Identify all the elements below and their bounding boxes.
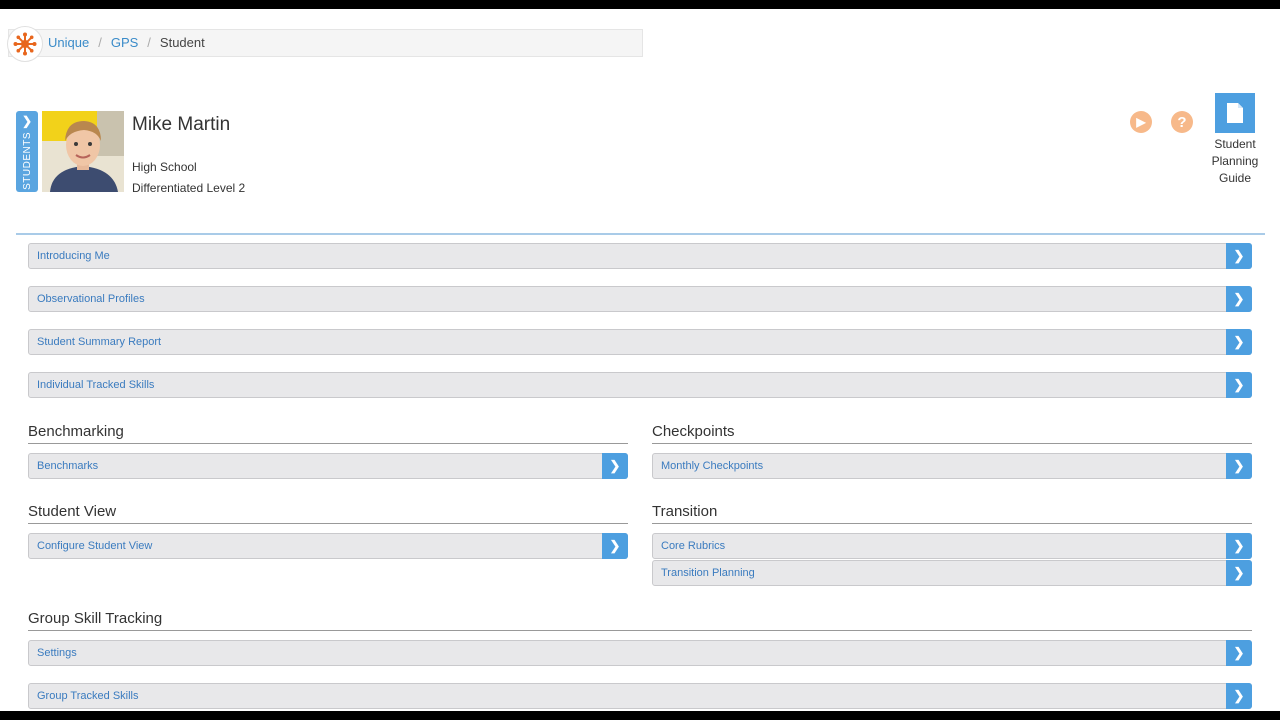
- chevron-right-icon[interactable]: ❯: [1226, 683, 1252, 709]
- settings-link[interactable]: Settings ❯: [28, 640, 1252, 666]
- students-tab-label: STUDENTS: [21, 132, 33, 190]
- individual-tracked-skills-link[interactable]: Individual Tracked Skills ❯: [28, 372, 1252, 398]
- breadcrumb-link-unique[interactable]: Unique: [48, 35, 89, 50]
- guide-label-line1: Student: [1214, 137, 1256, 151]
- breadcrumb-link-gps[interactable]: GPS: [111, 35, 138, 50]
- chevron-right-icon: ❯: [21, 114, 33, 128]
- monthly-checkpoints-link[interactable]: Monthly Checkpoints ❯: [652, 453, 1252, 479]
- chevron-right-icon[interactable]: ❯: [1226, 243, 1252, 269]
- chevron-right-icon[interactable]: ❯: [602, 533, 628, 559]
- chevron-right-icon[interactable]: ❯: [1226, 640, 1252, 666]
- section-divider: [652, 443, 1252, 444]
- student-summary-report-link[interactable]: Student Summary Report ❯: [28, 329, 1252, 355]
- student-level: Differentiated Level 2: [132, 181, 246, 195]
- chevron-right-icon[interactable]: ❯: [1226, 560, 1252, 586]
- chevron-right-icon[interactable]: ❯: [1226, 286, 1252, 312]
- app-logo-icon[interactable]: [7, 26, 43, 62]
- section-divider: [652, 523, 1252, 524]
- chevron-right-icon[interactable]: ❯: [602, 453, 628, 479]
- section-divider: [28, 523, 628, 524]
- chevron-right-icon[interactable]: ❯: [1226, 453, 1252, 479]
- link-label: Introducing Me: [37, 250, 110, 262]
- link-label: Group Tracked Skills: [37, 690, 139, 702]
- observational-profiles-link[interactable]: Observational Profiles ❯: [28, 286, 1252, 312]
- configure-student-view-link[interactable]: Configure Student View ❯: [28, 533, 628, 559]
- guide-label-line3: Guide: [1218, 171, 1252, 185]
- introducing-me-link[interactable]: Introducing Me ❯: [28, 243, 1252, 269]
- section-title-transition: Transition: [652, 503, 718, 520]
- breadcrumb-current: Student: [159, 35, 205, 50]
- breadcrumb-items: Unique / GPS / Student: [48, 35, 205, 50]
- transition-planning-link[interactable]: Transition Planning ❯: [652, 560, 1252, 586]
- chevron-right-icon[interactable]: ❯: [1226, 372, 1252, 398]
- students-panel-toggle[interactable]: ❯ STUDENTS: [16, 111, 38, 192]
- core-rubrics-link[interactable]: Core Rubrics ❯: [652, 533, 1252, 559]
- document-icon[interactable]: [1215, 93, 1255, 133]
- section-title-checkpoints: Checkpoints: [652, 423, 735, 440]
- guide-label-line2: Planning: [1211, 154, 1259, 168]
- header-divider: [16, 233, 1265, 235]
- breadcrumb-separator: /: [98, 35, 102, 50]
- chevron-right-icon[interactable]: ❯: [1226, 329, 1252, 355]
- link-label: Core Rubrics: [661, 540, 726, 552]
- link-label: Student Summary Report: [37, 336, 162, 348]
- student-photo: [42, 111, 124, 192]
- link-label: Configure Student View: [37, 540, 153, 552]
- help-icon[interactable]: ?: [1171, 111, 1193, 133]
- section-title-group-skill-tracking: Group Skill Tracking: [28, 610, 163, 627]
- section-title-benchmarking: Benchmarking: [28, 423, 124, 440]
- student-school: High School: [132, 160, 197, 174]
- student-name: Mike Martin: [132, 114, 231, 135]
- section-divider: [28, 443, 628, 444]
- top-border: [0, 0, 1280, 9]
- breadcrumb-separator: /: [147, 35, 151, 50]
- link-label: Monthly Checkpoints: [661, 460, 764, 472]
- bottom-border: [0, 711, 1280, 720]
- link-label: Individual Tracked Skills: [37, 379, 155, 391]
- link-label: Benchmarks: [37, 460, 99, 472]
- section-title-student-view: Student View: [28, 503, 117, 520]
- link-label: Transition Planning: [661, 567, 755, 579]
- benchmarks-link[interactable]: Benchmarks ❯: [28, 453, 628, 479]
- student-planning-guide-link[interactable]: Student Planning Guide: [1205, 136, 1265, 187]
- link-label: Settings: [37, 647, 77, 659]
- link-label: Observational Profiles: [37, 293, 145, 305]
- group-tracked-skills-link[interactable]: Group Tracked Skills ❯: [28, 683, 1252, 709]
- chevron-right-icon[interactable]: ❯: [1226, 533, 1252, 559]
- play-icon[interactable]: ▶: [1130, 111, 1152, 133]
- section-divider: [28, 630, 1252, 631]
